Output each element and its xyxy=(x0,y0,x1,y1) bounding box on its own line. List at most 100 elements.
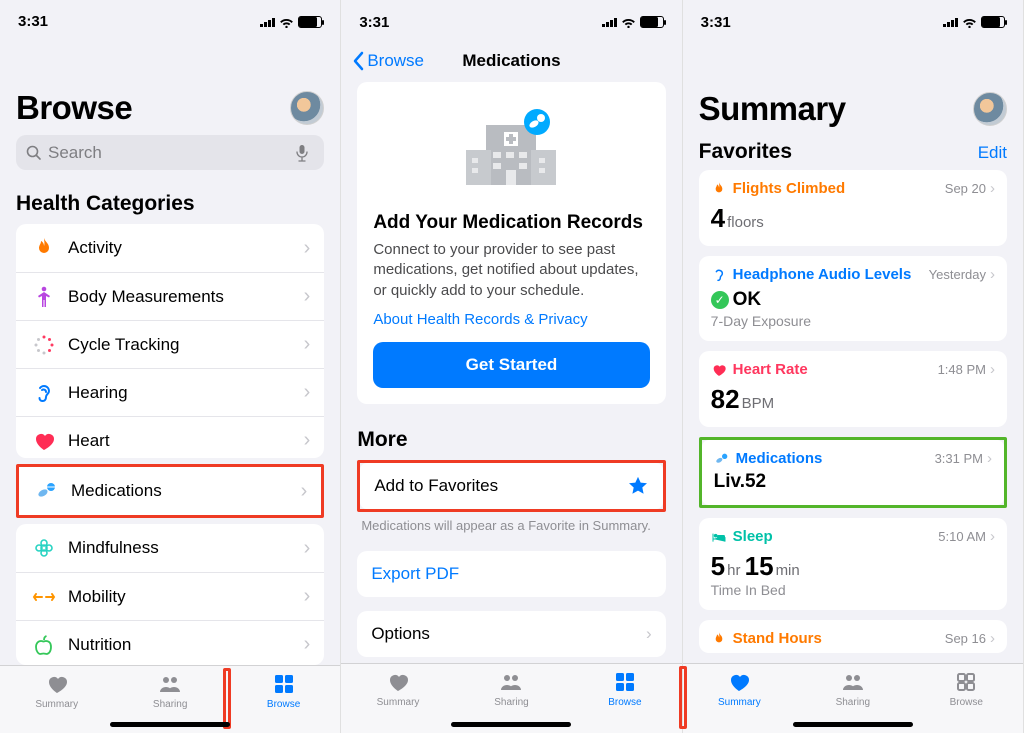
tab-label: Summary xyxy=(718,697,761,708)
export-pdf-row[interactable]: Export PDF xyxy=(357,551,665,597)
home-indicator[interactable] xyxy=(451,722,571,727)
row-label: Activity xyxy=(68,238,304,258)
cellular-icon xyxy=(943,17,958,27)
mindfulness-icon xyxy=(30,536,58,560)
chevron-right-icon: › xyxy=(304,381,311,404)
options-row[interactable]: Options › xyxy=(357,611,665,657)
battery-icon xyxy=(981,16,1005,28)
privacy-link[interactable]: About Health Records & Privacy xyxy=(373,311,587,328)
card-title: Sleep xyxy=(733,528,939,545)
row-label: Cycle Tracking xyxy=(68,335,304,355)
phone-medications: 3:31 Browse Medications xyxy=(341,0,682,733)
back-button[interactable]: Browse xyxy=(353,51,424,71)
row-activity[interactable]: Activity› xyxy=(16,224,324,272)
ear-icon xyxy=(30,381,58,405)
card-stand-hours[interactable]: Stand Hours Sep 16 › xyxy=(699,620,1007,653)
chevron-right-icon: › xyxy=(304,633,311,656)
card-unit-m: min xyxy=(776,562,800,579)
row-label: Mobility xyxy=(68,587,304,607)
tab-summary[interactable]: Summary xyxy=(0,672,113,733)
card-value: 82 xyxy=(711,384,740,415)
card-flights-climbed[interactable]: Flights Climbed Sep 20 › 4floors xyxy=(699,170,1007,246)
flame-icon xyxy=(711,181,727,197)
tab-label: Summary xyxy=(35,699,78,710)
ear-icon xyxy=(711,267,727,283)
card-sleep[interactable]: Sleep 5:10 AM › 5hr 15min Time In Bed xyxy=(699,518,1007,610)
highlight-medications-row: Medications› xyxy=(16,464,324,518)
chevron-right-icon: › xyxy=(990,361,995,378)
search-input[interactable] xyxy=(48,143,296,163)
tab-browse[interactable]: Browse xyxy=(568,670,681,733)
row-nutrition[interactable]: Nutrition› xyxy=(16,620,324,664)
medications-scroll[interactable]: Add Your Medication Records Connect to y… xyxy=(341,82,681,663)
page-title: Browse xyxy=(16,89,132,127)
card-heart-rate[interactable]: Heart Rate 1:48 PM › 82BPM xyxy=(699,351,1007,427)
avatar[interactable] xyxy=(290,91,324,125)
star-icon xyxy=(627,475,649,497)
card-title: Heart Rate xyxy=(733,361,938,378)
highlight-add-favorites: Add to Favorites xyxy=(357,460,665,512)
row-cycle-tracking[interactable]: Cycle Tracking› xyxy=(16,320,324,368)
card-unit: BPM xyxy=(742,395,775,412)
card-value: OK xyxy=(733,289,762,311)
tab-browse[interactable]: Browse xyxy=(227,672,340,733)
card-headphone-audio[interactable]: Headphone Audio Levels Yesterday › ✓ OK … xyxy=(699,256,1007,341)
row-medications[interactable]: Medications› xyxy=(19,467,321,515)
get-started-button[interactable]: Get Started xyxy=(373,342,649,388)
chevron-right-icon: › xyxy=(990,528,995,545)
tab-label: Sharing xyxy=(836,697,870,708)
row-label: Body Measurements xyxy=(68,287,304,307)
card-value-h: 5 xyxy=(711,551,725,582)
row-label: Hearing xyxy=(68,383,304,403)
row-label: Add to Favorites xyxy=(374,476,498,496)
phone-summary: 3:31 Summary Favorites Edit Flights Clim… xyxy=(683,0,1024,733)
chevron-right-icon: › xyxy=(990,180,995,197)
pills-icon xyxy=(714,451,730,467)
row-label: Mindfulness xyxy=(68,538,304,558)
section-health-categories: Health Categories xyxy=(0,186,340,224)
card-body: Connect to your provider to see past med… xyxy=(373,240,649,301)
flame-icon xyxy=(711,631,727,647)
category-list-cont: Mindfulness› Mobility› Nutrition› xyxy=(16,524,324,664)
card-value-m: 15 xyxy=(745,551,774,582)
avatar[interactable] xyxy=(973,92,1007,126)
card-title: Medications xyxy=(736,450,935,467)
card-value: 4 xyxy=(711,203,725,234)
cycle-icon xyxy=(30,333,58,357)
row-label: Heart xyxy=(68,431,304,451)
card-timestamp: 3:31 PM xyxy=(935,451,983,466)
search-bar[interactable] xyxy=(16,135,324,170)
tab-label: Browse xyxy=(608,697,641,708)
tab-summary[interactable]: Summary xyxy=(683,670,796,733)
add-to-favorites-row[interactable]: Add to Favorites xyxy=(360,463,662,509)
tab-label: Sharing xyxy=(153,699,187,710)
card-unit: floors xyxy=(727,214,764,231)
tab-label: Summary xyxy=(377,697,420,708)
row-mindfulness[interactable]: Mindfulness› xyxy=(16,524,324,572)
status-time: 3:31 xyxy=(359,14,389,31)
back-label: Browse xyxy=(367,51,424,71)
bed-icon xyxy=(711,529,727,545)
row-body-measurements[interactable]: Body Measurements› xyxy=(16,272,324,320)
row-hearing[interactable]: Hearing› xyxy=(16,368,324,416)
chevron-right-icon: › xyxy=(646,624,652,644)
row-label: Options xyxy=(371,624,430,644)
tab-summary[interactable]: Summary xyxy=(341,670,454,733)
row-mobility[interactable]: Mobility› xyxy=(16,572,324,620)
mic-icon[interactable] xyxy=(296,144,308,162)
wifi-icon xyxy=(621,16,636,28)
home-indicator[interactable] xyxy=(793,722,913,727)
page-header: Browse xyxy=(0,39,340,135)
row-heart[interactable]: Heart› xyxy=(16,416,324,458)
page-title: Summary xyxy=(699,90,846,128)
status-indicators xyxy=(260,16,322,28)
card-timestamp: Sep 20 xyxy=(945,181,986,196)
tab-label: Browse xyxy=(950,697,983,708)
status-indicators xyxy=(943,16,1005,28)
tab-browse[interactable]: Browse xyxy=(910,670,1023,733)
nav-bar: Browse Medications xyxy=(341,40,681,82)
chevron-right-icon: › xyxy=(304,429,311,452)
card-medications[interactable]: Medications 3:31 PM › Liv.52 xyxy=(702,440,1004,505)
edit-button[interactable]: Edit xyxy=(978,143,1007,163)
home-indicator[interactable] xyxy=(110,722,230,727)
